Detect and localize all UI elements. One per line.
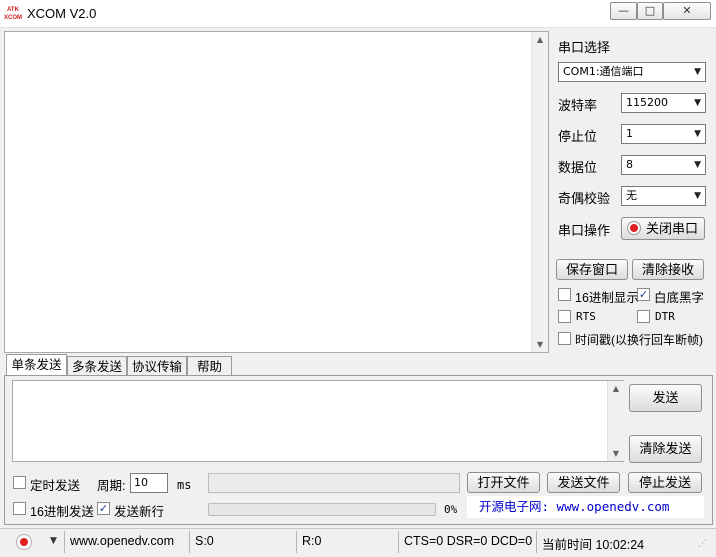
period-label: 周期: xyxy=(97,479,126,493)
send-file-button[interactable]: 发送文件 xyxy=(547,472,620,493)
white-black-label: 白底黑字 xyxy=(654,291,705,305)
title-bar: ATK XCOM XCOM V2.0 — □ ✕ xyxy=(0,0,716,28)
data-bits-select[interactable]: 8 ▼ xyxy=(621,155,706,175)
data-bits-label: 数据位 xyxy=(558,160,598,175)
resize-grip-icon[interactable]: ⋰ xyxy=(698,539,707,549)
hex-display-checkbox[interactable] xyxy=(558,288,571,301)
maximize-button[interactable]: □ xyxy=(637,2,663,20)
period-input[interactable]: 10 xyxy=(130,473,168,493)
window-title: XCOM V2.0 xyxy=(27,6,97,21)
port-select-label: 串口选择 xyxy=(558,40,611,55)
scroll-down-arrow-icon[interactable]: ▼ xyxy=(532,340,548,349)
parity-label: 奇偶校验 xyxy=(558,191,611,206)
progress-percent: 0% xyxy=(444,503,458,516)
scroll-up-arrow-icon[interactable]: ▲ xyxy=(532,35,548,44)
record-icon xyxy=(627,221,641,235)
hex-send-label: 16进制发送 xyxy=(30,505,94,519)
dtr-label: DTR xyxy=(655,310,675,323)
timed-send-label: 定时发送 xyxy=(30,479,81,493)
chevron-down-icon: ▼ xyxy=(694,160,701,170)
status-bar: ▼ www.openedv.com S:0 R:0 CTS=0 DSR=0 DC… xyxy=(0,528,716,557)
dropdown-arrow-icon[interactable]: ▼ xyxy=(50,536,57,546)
receive-textarea[interactable]: ▲ ▼ xyxy=(4,31,549,353)
stop-bits-label: 停止位 xyxy=(558,129,598,144)
file-path-field[interactable] xyxy=(208,473,460,493)
clear-send-button[interactable]: 清除发送 xyxy=(629,435,702,463)
openedv-link[interactable]: 开源电子网: www.openedv.com xyxy=(467,496,704,518)
record-icon[interactable] xyxy=(16,534,32,550)
send-newline-label: 发送新行 xyxy=(114,505,165,519)
timed-send-checkbox[interactable] xyxy=(13,476,26,489)
clear-receive-button[interactable]: 清除接收 xyxy=(632,259,704,280)
stop-send-button[interactable]: 停止发送 xyxy=(628,472,702,493)
status-signals: CTS=0 DSR=0 DCD=0 xyxy=(404,534,533,548)
send-button[interactable]: 发送 xyxy=(629,384,702,412)
rts-checkbox[interactable] xyxy=(558,310,571,323)
tab-single-send[interactable]: 单条发送 xyxy=(6,354,67,376)
chevron-down-icon: ▼ xyxy=(694,191,701,201)
hex-send-checkbox[interactable] xyxy=(13,502,26,515)
hex-display-label: 16进制显示 xyxy=(575,291,639,305)
save-window-button[interactable]: 保存窗口 xyxy=(556,259,628,280)
timestamp-checkbox[interactable] xyxy=(558,332,571,345)
minimize-button[interactable]: — xyxy=(610,2,637,20)
port-select[interactable]: COM1:通信端口 ▼ xyxy=(558,62,706,82)
send-textarea[interactable]: ▲ ▼ xyxy=(12,380,624,462)
tab-help[interactable]: 帮助 xyxy=(187,356,232,376)
open-file-button[interactable]: 打开文件 xyxy=(467,472,540,493)
stop-bits-select[interactable]: 1 ▼ xyxy=(621,124,706,144)
white-black-checkbox[interactable]: ✓ xyxy=(637,288,650,301)
timestamp-label: 时间戳(以换行回车断帧) xyxy=(575,333,703,347)
send-scrollbar[interactable]: ▲ ▼ xyxy=(607,381,624,461)
send-newline-checkbox[interactable]: ✓ xyxy=(97,502,110,515)
status-sent-count: S:0 xyxy=(195,534,214,548)
baud-label: 波特率 xyxy=(558,98,598,113)
period-unit: ms xyxy=(177,478,192,492)
tab-multi-send[interactable]: 多条发送 xyxy=(67,356,127,376)
chevron-down-icon: ▼ xyxy=(694,129,701,139)
scroll-up-arrow-icon[interactable]: ▲ xyxy=(608,384,624,393)
status-received-count: R:0 xyxy=(302,534,322,548)
scroll-down-arrow-icon[interactable]: ▼ xyxy=(608,449,624,458)
rts-label: RTS xyxy=(576,310,596,323)
tab-protocol[interactable]: 协议传输 xyxy=(127,356,187,376)
chevron-down-icon: ▼ xyxy=(694,67,701,77)
parity-select[interactable]: 无 ▼ xyxy=(621,186,706,206)
chevron-down-icon: ▼ xyxy=(694,98,701,108)
port-op-label: 串口操作 xyxy=(558,223,611,238)
receive-scrollbar[interactable]: ▲ ▼ xyxy=(531,32,548,352)
close-port-button[interactable]: 关闭串口 xyxy=(621,217,705,240)
status-url[interactable]: www.openedv.com xyxy=(70,534,174,548)
close-button[interactable]: ✕ xyxy=(663,2,711,20)
send-progress-bar xyxy=(208,503,436,516)
app-logo-icon: ATK XCOM xyxy=(4,7,22,21)
dtr-checkbox[interactable] xyxy=(637,310,650,323)
baud-select[interactable]: 115200 ▼ xyxy=(621,93,706,113)
status-time: 当前时间 10:02:24 xyxy=(542,538,645,552)
